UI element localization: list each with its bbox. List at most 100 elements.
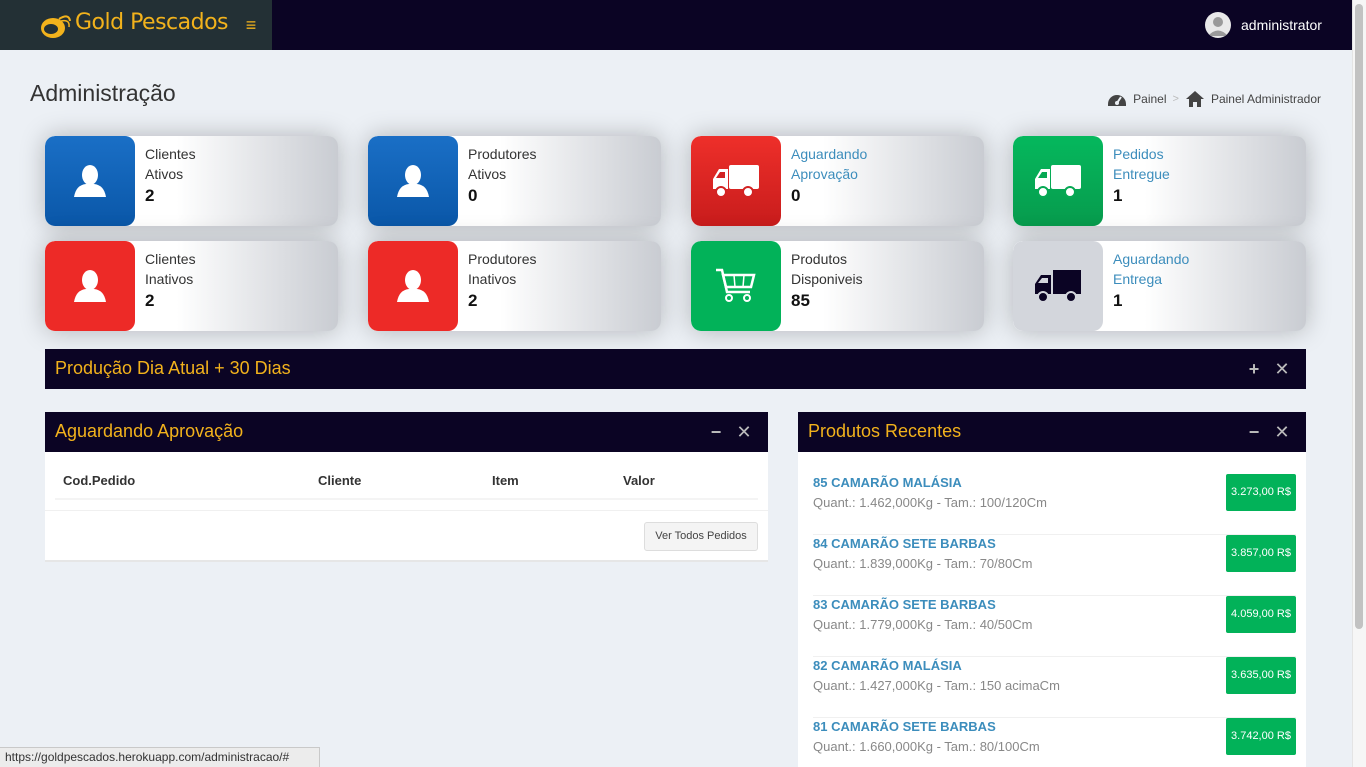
info-label[interactable]: Entrega [1113,269,1189,289]
price-badge: 4.059,00 R$ [1226,596,1296,633]
info-label[interactable]: Aguardando [791,144,867,164]
list-item: 85 CAMARÃO MALÁSIA Quant.: 1.462,000Kg -… [813,474,1296,535]
truck-icon [713,165,759,198]
recent-products-title: Produtos Recentes [808,421,962,441]
breadcrumb-item-admin: Painel Administrador [1210,92,1321,106]
menu-toggle-icon[interactable]: ≡ [243,15,259,35]
product-name-link[interactable]: 83 CAMARÃO SETE BARBAS [813,597,996,612]
info-box-pedidos-entregue[interactable]: Pedidos Entregue 1 [1013,136,1306,226]
price-badge: 3.857,00 R$ [1226,535,1296,572]
breadcrumb-item-painel[interactable]: Painel [1133,92,1166,106]
list-item: 82 CAMARÃO MALÁSIA Quant.: 1.427,000Kg -… [813,657,1296,718]
info-label: Inativos [468,271,517,287]
info-label: Disponiveis [791,271,863,287]
info-number: 2 [145,291,155,310]
logo-area[interactable]: Gold Pescados ≡ [0,0,272,50]
column-header-cliente[interactable]: Cliente [318,473,361,488]
recent-products-box-header: Produtos Recentes − ✕ [798,412,1306,452]
info-label: Inativos [145,271,194,287]
price-badge: 3.635,00 R$ [1226,657,1296,694]
collapse-icon[interactable]: − [707,423,725,441]
product-name-link[interactable]: 81 CAMARÃO SETE BARBAS [813,719,996,734]
user-icon [397,270,429,302]
info-label: Clientes [145,146,196,162]
price-badge: 3.742,00 R$ [1226,718,1296,755]
info-number: 2 [145,186,155,205]
info-label[interactable]: Aprovação [791,164,867,184]
dashboard-icon [1108,95,1127,106]
list-item: 83 CAMARÃO SETE BARBAS Quant.: 1.779,000… [813,596,1296,657]
info-label[interactable]: Pedidos [1113,144,1170,164]
info-label: Produtores [468,251,537,267]
table-divider [55,498,758,500]
close-icon[interactable]: ✕ [1273,360,1291,378]
collapse-icon[interactable]: − [1245,423,1263,441]
home-icon [1185,91,1204,107]
page-title: Administração [30,80,176,106]
product-description: Quant.: 1.839,000Kg - Tam.: 70/80Cm [813,556,1033,571]
info-label: Clientes [145,251,196,267]
user-icon [74,270,106,302]
list-item: 84 CAMARÃO SETE BARBAS Quant.: 1.839,000… [813,535,1296,596]
expand-icon[interactable]: + [1245,360,1263,378]
info-box-aguardando-entrega[interactable]: Aguardando Entrega 1 [1013,241,1306,331]
info-label: Ativos [145,166,184,182]
avatar[interactable] [1205,12,1231,38]
scrollbar-thumb[interactable] [1355,4,1363,629]
info-box-clientes-inativos[interactable]: Clientes Inativos 2 [45,241,338,331]
info-icon-bg [691,136,781,226]
info-box-clientes-ativos[interactable]: Clientes Ativos 2 [45,136,338,226]
info-label[interactable]: Aguardando [1113,249,1189,269]
info-icon-bg [691,241,781,331]
list-item: 81 CAMARÃO SETE BARBAS Quant.: 1.660,000… [813,718,1296,767]
logo-text: Gold Pescados [75,10,229,35]
info-box-produtores-ativos[interactable]: Produtores Ativos 0 [368,136,661,226]
user-name[interactable]: administrator [1241,17,1322,33]
info-icon-bg [368,241,458,331]
user-icon [74,165,106,197]
browser-status-url: https://goldpescados.herokuapp.com/admin… [0,747,320,767]
box-footer-divider [45,510,768,511]
product-name-link[interactable]: 82 CAMARÃO MALÁSIA [813,658,962,673]
info-label: Produtos [791,251,848,267]
info-icon-bg [1013,241,1103,331]
info-box-aguardando-aprovacao[interactable]: Aguardando Aprovação 0 [691,136,984,226]
product-name-link[interactable]: 84 CAMARÃO SETE BARBAS [813,536,996,551]
info-label: Ativos [468,166,507,182]
product-name-link[interactable]: 85 CAMARÃO MALÁSIA [813,475,962,490]
info-icon-bg [45,136,135,226]
user-avatar-icon [1208,17,1228,36]
product-description: Quant.: 1.427,000Kg - Tam.: 150 acimaCm [813,678,1060,693]
info-box-produtos-disponiveis[interactable]: Produtos Disponiveis 85 [691,241,984,331]
approval-box-header: Aguardando Aprovação − ✕ [45,412,768,452]
info-icon-bg [1013,136,1103,226]
production-box-header: Produção Dia Atual + 30 Dias + ✕ [45,349,1306,389]
column-header-cod-pedido[interactable]: Cod.Pedido [63,473,135,488]
close-icon[interactable]: ✕ [735,423,753,441]
info-label: Produtores [468,146,537,162]
info-number: 85 [791,291,810,310]
product-description: Quant.: 1.660,000Kg - Tam.: 80/100Cm [813,739,1040,754]
view-all-orders-button[interactable]: Ver Todos Pedidos [644,522,758,551]
price-badge: 3.273,00 R$ [1226,474,1296,511]
top-navbar: Gold Pescados ≡ administrator [0,0,1352,50]
info-number: 0 [468,186,478,205]
production-box-title: Produção Dia Atual + 30 Dias [55,358,291,378]
info-number: 2 [468,291,478,310]
info-number: 1 [1113,291,1123,310]
truck-icon [1035,165,1081,198]
cart-icon [716,268,756,302]
product-description: Quant.: 1.779,000Kg - Tam.: 40/50Cm [813,617,1033,632]
user-icon [397,165,429,197]
info-box-produtores-inativos[interactable]: Produtores Inativos 2 [368,241,661,331]
close-icon[interactable]: ✕ [1273,423,1291,441]
info-icon-bg [45,241,135,331]
breadcrumb: Painel > Painel Administrador [1107,89,1321,109]
info-icon-bg [368,136,458,226]
column-header-item[interactable]: Item [492,473,519,488]
info-label[interactable]: Entregue [1113,164,1170,184]
approval-box-title: Aguardando Aprovação [55,421,244,441]
column-header-valor[interactable]: Valor [623,473,655,488]
product-description: Quant.: 1.462,000Kg - Tam.: 100/120Cm [813,495,1047,510]
info-number: 0 [791,186,801,205]
